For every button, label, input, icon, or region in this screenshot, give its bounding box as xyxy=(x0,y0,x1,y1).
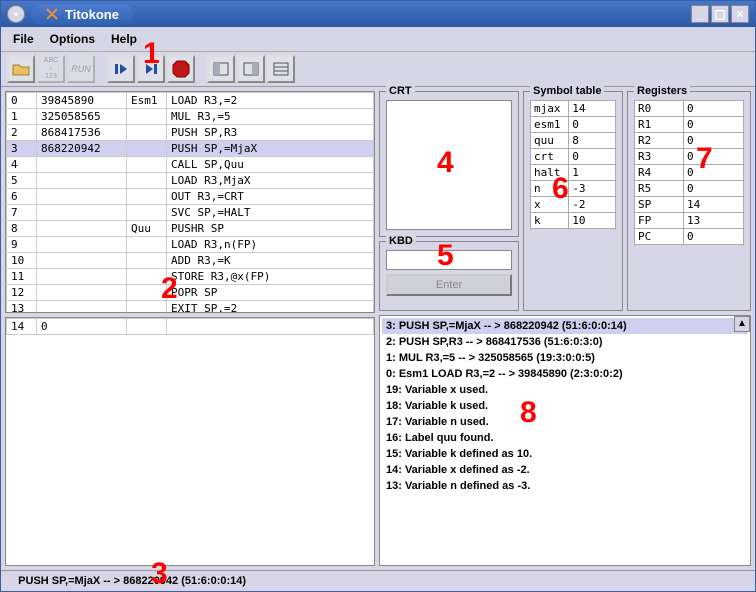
register-row: R30 xyxy=(635,149,744,165)
code-row[interactable]: 9LOAD R3,n(FP) xyxy=(7,237,374,253)
code-row[interactable]: 13EXIT SP,=2 xyxy=(7,301,374,314)
symbol-row: esm10 xyxy=(531,117,616,133)
menubar: File Options Help xyxy=(1,27,755,52)
memory-area[interactable]: 140 xyxy=(5,317,375,566)
window-title: Titokone xyxy=(65,7,119,22)
log-line: 3: PUSH SP,=MjaX -- > 868220942 (51:6:0:… xyxy=(382,318,748,334)
stop-button[interactable] xyxy=(167,55,195,83)
code-row[interactable]: 039845890Esm1LOAD R3,=2 xyxy=(7,93,374,109)
log-line: 14: Variable x defined as -2. xyxy=(382,462,748,478)
log-line: 2: PUSH SP,R3 -- > 868417536 (51:6:0:3:0… xyxy=(382,334,748,350)
symbol-table-title: Symbol table xyxy=(530,85,604,97)
window-close-left[interactable]: • xyxy=(7,5,25,23)
log-line: 13: Variable n defined as -3. xyxy=(382,478,748,494)
code-area[interactable]: 039845890Esm1LOAD R3,=21325058565MUL R3,… xyxy=(5,91,375,313)
annotation-4: 4 xyxy=(437,146,454,180)
menu-help[interactable]: Help xyxy=(105,29,143,49)
log-area[interactable]: 3: PUSH SP,=MjaX -- > 868220942 (51:6:0:… xyxy=(379,315,751,566)
memory-row[interactable]: 140 xyxy=(7,319,374,335)
menu-options[interactable]: Options xyxy=(44,29,101,49)
code-row[interactable]: 10ADD R3,=K xyxy=(7,253,374,269)
register-row: FP13 xyxy=(635,213,744,229)
log-line: 1: MUL R3,=5 -- > 325058565 (19:3:0:0:5) xyxy=(382,350,748,366)
register-row: PC0 xyxy=(635,229,744,245)
code-row[interactable]: 7SVC SP,=HALT xyxy=(7,205,374,221)
symbol-row: quu8 xyxy=(531,133,616,149)
run-button[interactable]: RUN xyxy=(67,55,95,83)
maximize-button[interactable]: ▢ xyxy=(711,5,729,23)
code-row[interactable]: 8QuuPUSHR SP xyxy=(7,221,374,237)
view2-button[interactable] xyxy=(237,55,265,83)
code-row[interactable]: 6OUT R3,=CRT xyxy=(7,189,374,205)
open-button[interactable] xyxy=(7,55,35,83)
step-button[interactable]: 1 xyxy=(137,55,165,83)
crt-screen: 4 xyxy=(386,100,512,230)
menu-file[interactable]: File xyxy=(7,29,40,49)
kbd-title: KBD xyxy=(386,235,416,247)
log-line: 19: Variable x used. xyxy=(382,382,748,398)
view1-button[interactable] xyxy=(207,55,235,83)
close-button[interactable]: × xyxy=(731,5,749,23)
code-row[interactable]: 12POPR SP xyxy=(7,285,374,301)
log-line: 0: Esm1 LOAD R3,=2 -- > 39845890 (2:3:0:… xyxy=(382,366,748,382)
code-row[interactable]: 1325058565MUL R3,=5 xyxy=(7,109,374,125)
crt-panel: CRT 4 xyxy=(379,91,519,237)
titlebar: • Titokone _ ▢ × xyxy=(1,1,755,27)
status-text: PUSH SP,=MjaX -- > 868220942 (51:6:0:0:1… xyxy=(18,575,246,587)
log-line: 18: Variable k used. xyxy=(382,398,748,414)
register-row: R00 xyxy=(635,101,744,117)
code-row[interactable]: 5LOAD R3,MjaX xyxy=(7,173,374,189)
register-row: R20 xyxy=(635,133,744,149)
symbol-row: halt1 xyxy=(531,165,616,181)
register-row: R10 xyxy=(635,117,744,133)
registers-title: Registers xyxy=(634,85,690,97)
registers-panel: Registers R00R10R20R30R40R50SP14FP13PC0 … xyxy=(627,91,751,311)
register-row: SP14 xyxy=(635,197,744,213)
compile-button[interactable]: ABC↓123 xyxy=(37,55,65,83)
kbd-input[interactable]: 5 xyxy=(386,250,512,270)
symbol-table-panel: Symbol table mjax14esm10quu8crt0halt1n-3… xyxy=(523,91,623,311)
annotation-5: 5 xyxy=(437,239,454,273)
toolbar: ABC↓123 RUN 1 xyxy=(1,52,755,87)
symbol-row: mjax14 xyxy=(531,101,616,117)
play-button[interactable] xyxy=(107,55,135,83)
log-line: 15: Variable k defined as 10. xyxy=(382,446,748,462)
crt-title: CRT xyxy=(386,85,415,97)
code-row[interactable]: 3868220942PUSH SP,=MjaX xyxy=(7,141,374,157)
kbd-panel: KBD 5 Enter xyxy=(379,241,519,311)
code-row[interactable]: 11STORE R3,@x(FP) xyxy=(7,269,374,285)
kbd-enter-button[interactable]: Enter xyxy=(386,274,512,296)
log-line: 17: Variable n used. xyxy=(382,414,748,430)
statusbar: PUSH SP,=MjaX -- > 868220942 (51:6:0:0:1… xyxy=(1,570,755,591)
symbol-row: k10 xyxy=(531,213,616,229)
register-row: R50 xyxy=(635,181,744,197)
view3-button[interactable] xyxy=(267,55,295,83)
symbol-row: crt0 xyxy=(531,149,616,165)
symbol-row: n-3 xyxy=(531,181,616,197)
code-row[interactable]: 4CALL SP,Quu xyxy=(7,157,374,173)
log-line: 16: Label quu found. xyxy=(382,430,748,446)
scroll-up-icon[interactable]: ▲ xyxy=(734,316,750,332)
symbol-row: x-2 xyxy=(531,197,616,213)
minimize-button[interactable]: _ xyxy=(691,5,709,23)
app-icon xyxy=(45,7,59,21)
title-pill: Titokone xyxy=(31,4,133,25)
code-row[interactable]: 2868417536PUSH SP,R3 xyxy=(7,125,374,141)
register-row: R40 xyxy=(635,165,744,181)
